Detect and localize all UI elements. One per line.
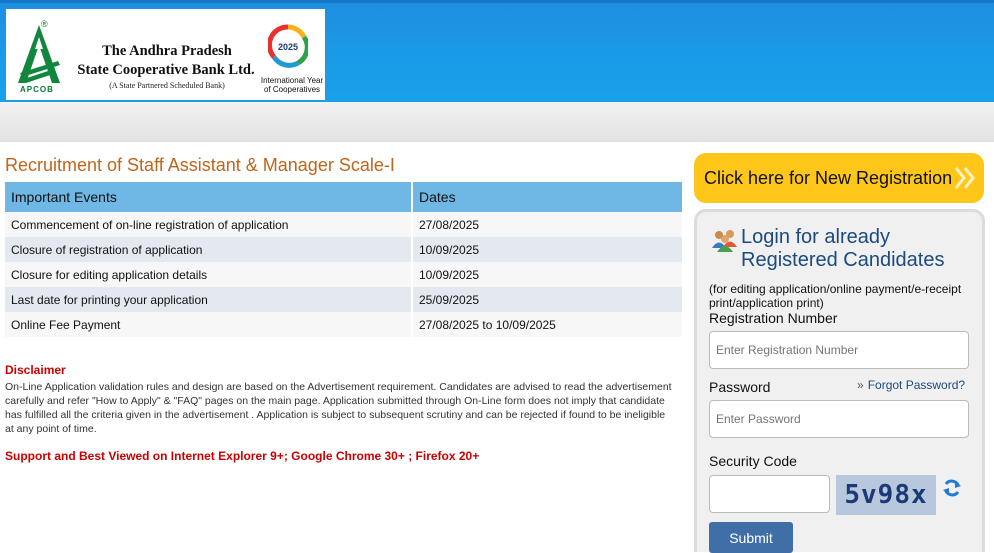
- event-cell: Commencement of on-line registration of …: [5, 212, 413, 237]
- double-chevron-right-icon: »: [857, 378, 864, 392]
- registration-number-label: Registration Number: [709, 310, 838, 326]
- forgot-password-link[interactable]: » Forgot Password?: [857, 378, 965, 392]
- date-cell: 10/09/2025: [412, 237, 684, 262]
- date-cell: 25/09/2025: [412, 287, 684, 312]
- refresh-captcha-icon[interactable]: [942, 478, 962, 498]
- page-title: Recruitment of Staff Assistant & Manager…: [5, 155, 395, 175]
- bank-logo-banner: ® APCOB The Andhra Pradesh State Coopera…: [6, 9, 325, 100]
- bank-name-line1: The Andhra Pradesh: [102, 43, 232, 59]
- forgot-password-label: Forgot Password?: [867, 378, 966, 392]
- table-row: Closure for editing application details …: [5, 262, 684, 287]
- captcha-text: 5v98x: [844, 480, 928, 510]
- important-events-table: Important Events Dates Commencement of o…: [5, 182, 684, 337]
- login-title-line2: Registered Candidates: [741, 249, 945, 271]
- browser-support-note: Support and Best Viewed on Internet Expl…: [5, 449, 480, 463]
- international-year-cooperatives-logo-icon: 2025: [268, 24, 308, 68]
- table-row: Online Fee Payment 27/08/2025 to 10/09/2…: [5, 312, 684, 337]
- date-cell: 27/08/2025: [412, 212, 684, 237]
- login-note: (for editing application/online payment/…: [709, 282, 962, 310]
- security-code-input[interactable]: [709, 475, 830, 513]
- iyc-caption: International Year of Cooperatives: [254, 76, 330, 94]
- new-registration-label: Click here for New Registration: [704, 167, 953, 188]
- login-title: Login for already Registered Candidates: [741, 226, 944, 272]
- event-cell: Online Fee Payment: [5, 312, 413, 337]
- users-icon: [712, 230, 737, 252]
- event-cell: Last date for printing your application: [5, 287, 413, 312]
- table-header-events: Important Events: [5, 182, 413, 212]
- table-row: Last date for printing your application …: [5, 287, 684, 312]
- table-row: Closure of registration of application 1…: [5, 237, 684, 262]
- iyc-caption-line2: of Cooperatives: [263, 85, 321, 94]
- double-chevron-right-icon: [954, 167, 975, 189]
- login-panel: Login for already Registered Candidates …: [694, 209, 985, 553]
- password-input[interactable]: [709, 400, 969, 438]
- event-cell: Closure of registration of application: [5, 237, 413, 262]
- login-title-line1: Login for already: [741, 226, 890, 248]
- bank-name-line2: State Cooperative Bank Ltd.: [77, 62, 255, 78]
- disclaimer-text: On-Line Application validation rules and…: [5, 381, 672, 435]
- submit-button[interactable]: Submit: [709, 522, 793, 553]
- table-header-dates: Dates: [412, 182, 684, 212]
- date-cell: 10/09/2025: [412, 262, 684, 287]
- registration-number-input[interactable]: [709, 331, 969, 369]
- captcha-image: 5v98x: [836, 475, 936, 515]
- disclaimer-heading: Disclaimer: [5, 363, 66, 377]
- table-header-row: Important Events Dates: [5, 182, 684, 212]
- bank-subtitle: (A State Partnered Scheduled Bank): [109, 81, 225, 90]
- registered-mark: ®: [41, 19, 48, 29]
- new-registration-button[interactable]: Click here for New Registration: [694, 153, 984, 203]
- apcob-logo-icon: [18, 25, 60, 83]
- password-label: Password: [709, 379, 771, 395]
- iyc-caption-line1: International Year: [260, 76, 324, 85]
- security-code-label: Security Code: [709, 453, 797, 469]
- date-cell: 27/08/2025 to 10/09/2025: [412, 312, 684, 337]
- table-row: Commencement of on-line registration of …: [5, 212, 684, 237]
- apcob-logo-text: APCOB: [20, 85, 54, 94]
- header-bar: ® APCOB The Andhra Pradesh State Coopera…: [0, 0, 994, 102]
- event-cell: Closure for editing application details: [5, 262, 413, 287]
- navigation-bar: [0, 102, 994, 142]
- iyc-year-text: 2025: [278, 42, 298, 52]
